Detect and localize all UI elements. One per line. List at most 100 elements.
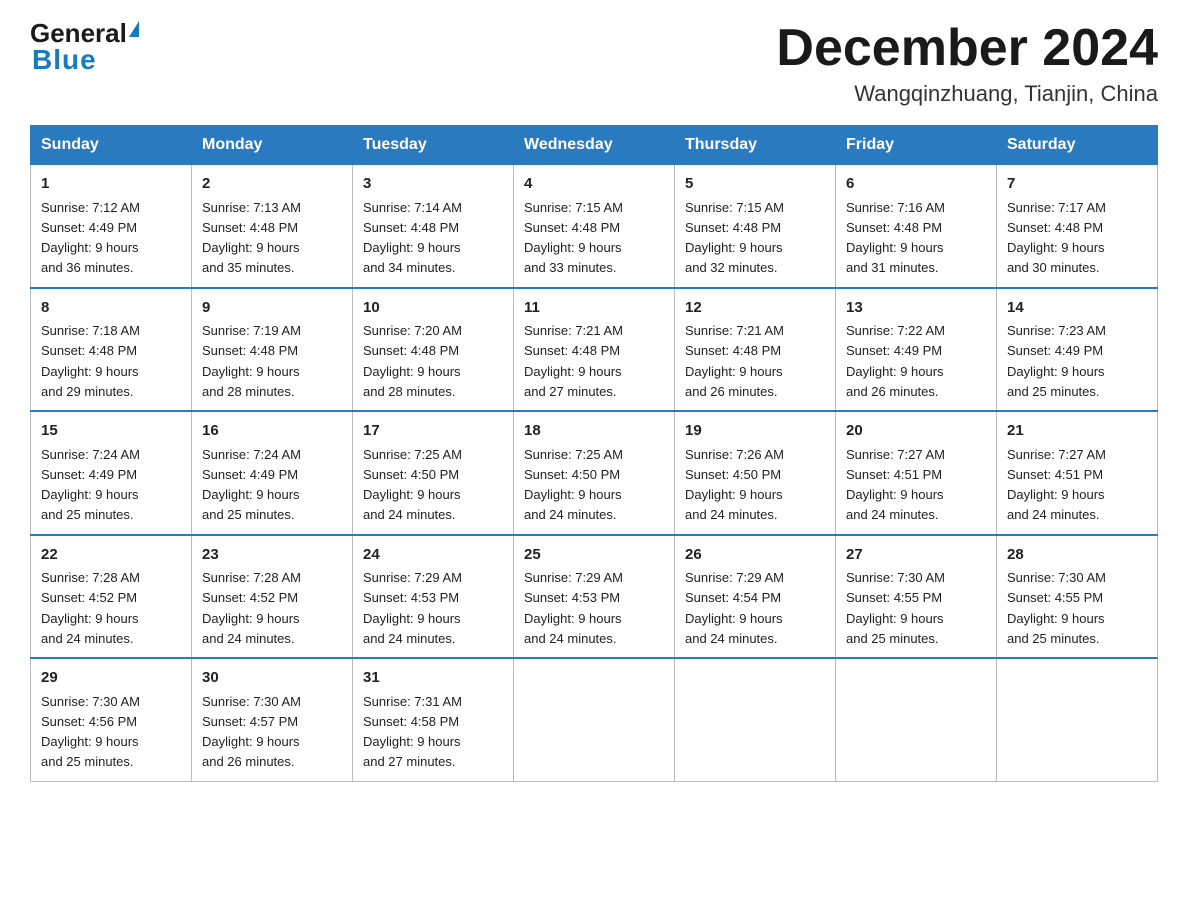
calendar-day-cell: 13 Sunrise: 7:22 AMSunset: 4:49 PMDaylig… [836,288,997,412]
month-title: December 2024 [776,20,1158,77]
calendar-week-row: 15 Sunrise: 7:24 AMSunset: 4:49 PMDaylig… [31,411,1158,535]
day-info: Sunrise: 7:27 AMSunset: 4:51 PMDaylight:… [1007,447,1106,523]
day-info: Sunrise: 7:16 AMSunset: 4:48 PMDaylight:… [846,200,945,276]
day-info: Sunrise: 7:17 AMSunset: 4:48 PMDaylight:… [1007,200,1106,276]
day-number: 10 [363,297,503,320]
day-number: 9 [202,297,342,320]
calendar-day-cell: 9 Sunrise: 7:19 AMSunset: 4:48 PMDayligh… [192,288,353,412]
day-info: Sunrise: 7:15 AMSunset: 4:48 PMDaylight:… [524,200,623,276]
location-title: Wangqinzhuang, Tianjin, China [776,81,1158,107]
calendar-day-cell: 3 Sunrise: 7:14 AMSunset: 4:48 PMDayligh… [353,165,514,288]
calendar-day-cell: 20 Sunrise: 7:27 AMSunset: 4:51 PMDaylig… [836,411,997,535]
day-number: 6 [846,173,986,196]
day-number: 29 [41,667,181,690]
day-number: 19 [685,420,825,443]
day-info: Sunrise: 7:19 AMSunset: 4:48 PMDaylight:… [202,323,301,399]
day-number: 22 [41,544,181,567]
calendar-day-cell: 11 Sunrise: 7:21 AMSunset: 4:48 PMDaylig… [514,288,675,412]
calendar-day-cell: 1 Sunrise: 7:12 AMSunset: 4:49 PMDayligh… [31,165,192,288]
calendar-day-cell: 24 Sunrise: 7:29 AMSunset: 4:53 PMDaylig… [353,535,514,659]
day-info: Sunrise: 7:31 AMSunset: 4:58 PMDaylight:… [363,694,462,770]
calendar-day-cell: 8 Sunrise: 7:18 AMSunset: 4:48 PMDayligh… [31,288,192,412]
day-number: 15 [41,420,181,443]
logo-blue-text: Blue [32,44,97,76]
day-info: Sunrise: 7:12 AMSunset: 4:49 PMDaylight:… [41,200,140,276]
day-number: 23 [202,544,342,567]
calendar-week-row: 8 Sunrise: 7:18 AMSunset: 4:48 PMDayligh… [31,288,1158,412]
day-number: 12 [685,297,825,320]
day-info: Sunrise: 7:23 AMSunset: 4:49 PMDaylight:… [1007,323,1106,399]
calendar-day-cell: 28 Sunrise: 7:30 AMSunset: 4:55 PMDaylig… [997,535,1158,659]
calendar-day-cell: 7 Sunrise: 7:17 AMSunset: 4:48 PMDayligh… [997,165,1158,288]
calendar-day-cell: 19 Sunrise: 7:26 AMSunset: 4:50 PMDaylig… [675,411,836,535]
day-info: Sunrise: 7:21 AMSunset: 4:48 PMDaylight:… [685,323,784,399]
day-number: 4 [524,173,664,196]
calendar-day-cell: 22 Sunrise: 7:28 AMSunset: 4:52 PMDaylig… [31,535,192,659]
calendar-day-cell: 27 Sunrise: 7:30 AMSunset: 4:55 PMDaylig… [836,535,997,659]
day-number: 30 [202,667,342,690]
day-info: Sunrise: 7:15 AMSunset: 4:48 PMDaylight:… [685,200,784,276]
header: General Blue December 2024 Wangqinzhuang… [30,20,1158,107]
calendar-day-cell: 15 Sunrise: 7:24 AMSunset: 4:49 PMDaylig… [31,411,192,535]
day-number: 25 [524,544,664,567]
calendar-day-cell: 21 Sunrise: 7:27 AMSunset: 4:51 PMDaylig… [997,411,1158,535]
calendar-week-row: 22 Sunrise: 7:28 AMSunset: 4:52 PMDaylig… [31,535,1158,659]
calendar-day-cell: 4 Sunrise: 7:15 AMSunset: 4:48 PMDayligh… [514,165,675,288]
calendar-day-cell: 5 Sunrise: 7:15 AMSunset: 4:48 PMDayligh… [675,165,836,288]
day-number: 27 [846,544,986,567]
header-friday: Friday [836,126,997,165]
day-number: 5 [685,173,825,196]
day-number: 16 [202,420,342,443]
calendar-day-cell [675,658,836,781]
calendar-day-cell: 2 Sunrise: 7:13 AMSunset: 4:48 PMDayligh… [192,165,353,288]
day-info: Sunrise: 7:14 AMSunset: 4:48 PMDaylight:… [363,200,462,276]
header-wednesday: Wednesday [514,126,675,165]
logo: General Blue [30,20,139,76]
day-number: 7 [1007,173,1147,196]
calendar-day-cell: 14 Sunrise: 7:23 AMSunset: 4:49 PMDaylig… [997,288,1158,412]
day-number: 21 [1007,420,1147,443]
day-info: Sunrise: 7:29 AMSunset: 4:53 PMDaylight:… [524,570,623,646]
day-info: Sunrise: 7:27 AMSunset: 4:51 PMDaylight:… [846,447,945,523]
header-thursday: Thursday [675,126,836,165]
calendar-day-cell: 31 Sunrise: 7:31 AMSunset: 4:58 PMDaylig… [353,658,514,781]
weekday-header-row: Sunday Monday Tuesday Wednesday Thursday… [31,126,1158,165]
day-number: 24 [363,544,503,567]
day-number: 11 [524,297,664,320]
header-saturday: Saturday [997,126,1158,165]
calendar-day-cell: 23 Sunrise: 7:28 AMSunset: 4:52 PMDaylig… [192,535,353,659]
day-number: 26 [685,544,825,567]
calendar-table: Sunday Monday Tuesday Wednesday Thursday… [30,125,1158,782]
logo-triangle-icon [129,21,139,37]
day-info: Sunrise: 7:21 AMSunset: 4:48 PMDaylight:… [524,323,623,399]
day-info: Sunrise: 7:24 AMSunset: 4:49 PMDaylight:… [202,447,301,523]
day-number: 28 [1007,544,1147,567]
day-number: 2 [202,173,342,196]
calendar-week-row: 29 Sunrise: 7:30 AMSunset: 4:56 PMDaylig… [31,658,1158,781]
calendar-day-cell [836,658,997,781]
day-info: Sunrise: 7:30 AMSunset: 4:56 PMDaylight:… [41,694,140,770]
day-number: 13 [846,297,986,320]
day-number: 20 [846,420,986,443]
day-info: Sunrise: 7:22 AMSunset: 4:49 PMDaylight:… [846,323,945,399]
header-sunday: Sunday [31,126,192,165]
calendar-day-cell: 25 Sunrise: 7:29 AMSunset: 4:53 PMDaylig… [514,535,675,659]
day-info: Sunrise: 7:26 AMSunset: 4:50 PMDaylight:… [685,447,784,523]
day-info: Sunrise: 7:28 AMSunset: 4:52 PMDaylight:… [202,570,301,646]
day-number: 14 [1007,297,1147,320]
calendar-day-cell [514,658,675,781]
calendar-day-cell: 30 Sunrise: 7:30 AMSunset: 4:57 PMDaylig… [192,658,353,781]
day-number: 17 [363,420,503,443]
header-tuesday: Tuesday [353,126,514,165]
header-monday: Monday [192,126,353,165]
calendar-day-cell: 18 Sunrise: 7:25 AMSunset: 4:50 PMDaylig… [514,411,675,535]
day-number: 31 [363,667,503,690]
day-info: Sunrise: 7:25 AMSunset: 4:50 PMDaylight:… [363,447,462,523]
day-number: 18 [524,420,664,443]
day-info: Sunrise: 7:30 AMSunset: 4:55 PMDaylight:… [846,570,945,646]
day-info: Sunrise: 7:25 AMSunset: 4:50 PMDaylight:… [524,447,623,523]
calendar-week-row: 1 Sunrise: 7:12 AMSunset: 4:49 PMDayligh… [31,165,1158,288]
day-number: 8 [41,297,181,320]
calendar-day-cell: 26 Sunrise: 7:29 AMSunset: 4:54 PMDaylig… [675,535,836,659]
day-info: Sunrise: 7:20 AMSunset: 4:48 PMDaylight:… [363,323,462,399]
